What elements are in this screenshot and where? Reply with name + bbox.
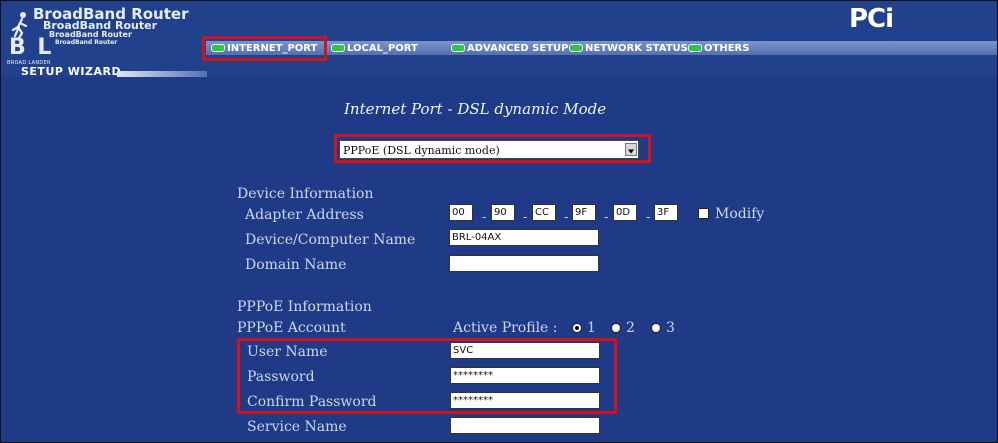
bl-logo-mark: B L [9, 35, 54, 60]
tab-others[interactable]: OTHERS [688, 41, 749, 55]
mac-octet-4-input[interactable]: 9F [572, 204, 596, 221]
device-information-heading: Device Information [237, 186, 374, 202]
pci-brand-logo: PCi [849, 4, 894, 34]
adapter-address-label: Adapter Address [245, 207, 364, 223]
profile-2-label: 2 [626, 320, 635, 336]
device-name-label: Device/Computer Name [245, 232, 416, 248]
router-subtitle-tiny: BroadBand Router [55, 39, 118, 46]
device-name-input[interactable]: BRL-04AX [449, 229, 599, 246]
service-name-input[interactable] [450, 417, 600, 434]
tab-label: ADVANCED SETUP [467, 42, 569, 54]
status-led-icon [451, 44, 465, 52]
mac-separator: - [646, 210, 651, 225]
mac-octet-6-input[interactable]: 3F [654, 204, 678, 221]
router-admin-window: BroadBand Router BroadBand Router BroadB… [0, 0, 998, 443]
mac-octet-5-input[interactable]: 0D [613, 204, 637, 221]
pppoe-information-heading: PPPoE Information [237, 299, 372, 315]
mode-select-highlight [334, 134, 651, 163]
mac-separator: - [604, 210, 609, 225]
profile-3-radio[interactable] [651, 323, 661, 333]
profile-2-radio[interactable] [611, 323, 621, 333]
internet-port-highlight [202, 36, 327, 61]
tab-advanced-setup[interactable]: ADVANCED SETUP [451, 41, 568, 55]
mac-separator: - [564, 210, 569, 225]
tab-label: OTHERS [704, 42, 750, 54]
mac-octet-3-input[interactable]: CC [532, 204, 556, 221]
mac-separator: - [482, 210, 487, 225]
page-title: Internet Port - DSL dynamic Mode [344, 100, 607, 118]
profile-3-label: 3 [666, 320, 675, 336]
header-banner: BroadBand Router BroadBand Router BroadB… [1, 1, 997, 78]
tab-network-status[interactable]: NETWORK STATUS [569, 41, 688, 55]
profile-1-radio[interactable] [572, 323, 582, 333]
mac-octet-1-input[interactable]: 00 [449, 204, 473, 221]
pppoe-account-label: PPPoE Account [237, 320, 346, 336]
status-led-icon [331, 44, 345, 52]
mac-octet-2-input[interactable]: 90 [491, 204, 515, 221]
status-led-icon [569, 44, 583, 52]
credentials-highlight [237, 338, 617, 414]
main-content: Internet Port - DSL dynamic Mode PPPoE (… [1, 77, 997, 442]
router-subtitle-small: BroadBand Router [49, 30, 132, 39]
domain-name-label: Domain Name [245, 257, 347, 273]
mac-separator: - [523, 210, 528, 225]
tab-local-port[interactable]: LOCAL_PORT [331, 41, 418, 55]
modify-label: Modify [715, 206, 765, 222]
status-led-icon [688, 44, 702, 52]
active-profile-label: Active Profile : [453, 320, 558, 336]
modify-checkbox[interactable] [698, 208, 709, 219]
domain-name-input[interactable] [449, 255, 599, 272]
tab-label: NETWORK STATUS [585, 42, 688, 54]
tab-label: LOCAL_PORT [347, 42, 418, 54]
service-name-label: Service Name [247, 419, 347, 435]
profile-1-label: 1 [587, 320, 596, 336]
